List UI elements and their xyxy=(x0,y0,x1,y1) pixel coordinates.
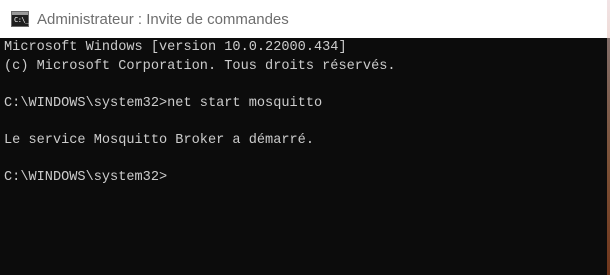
command-prompt-icon: C:\_ xyxy=(11,11,29,27)
title-bar[interactable]: C:\_ Administrateur : Invite de commande… xyxy=(0,0,610,38)
icon-prompt-glyph: C:\_ xyxy=(14,16,29,24)
console-line-prompt[interactable]: C:\WINDOWS\system32> xyxy=(4,169,167,187)
console-output[interactable]: Microsoft Windows [version 10.0.22000.43… xyxy=(0,38,610,275)
icon-title-strip xyxy=(12,12,28,15)
command-prompt-window[interactable]: C:\_ Administrateur : Invite de commande… xyxy=(0,0,610,275)
console-line-copyright: (c) Microsoft Corporation. Tous droits r… xyxy=(4,59,396,74)
console-line-version: Microsoft Windows [version 10.0.22000.43… xyxy=(4,40,347,55)
console-line-result: Le service Mosquitto Broker a démarré. xyxy=(4,133,314,148)
window-title: Administrateur : Invite de commandes xyxy=(37,10,289,28)
console-line-command: C:\WINDOWS\system32>net start mosquitto xyxy=(4,96,323,111)
